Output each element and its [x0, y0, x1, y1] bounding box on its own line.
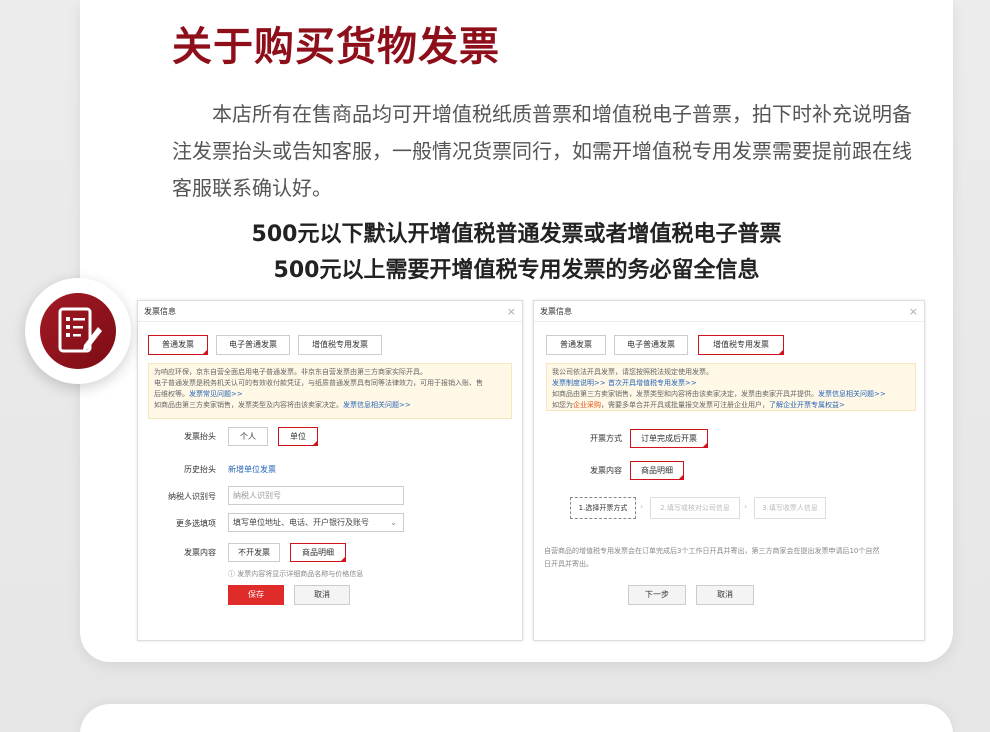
invoice-faq-link[interactable]: 发票信息相关问题>>: [818, 390, 886, 398]
cancel-button[interactable]: 取消: [696, 585, 754, 605]
invoice-list-edit-icon: [40, 293, 116, 369]
panel-header: 发票信息 ×: [534, 301, 924, 322]
page-title: 关于购买货物发票: [172, 24, 500, 70]
invoice-faq-link[interactable]: 发票信息相关问题>>: [343, 401, 411, 409]
tab-vat-invoice[interactable]: 增值税专用发票: [298, 335, 382, 355]
first-vat-link[interactable]: 首次开具增值税专用发票>>: [608, 379, 697, 387]
enterprise-purchase-link[interactable]: 企业采购: [573, 401, 601, 409]
next-button[interactable]: 下一步: [628, 585, 686, 605]
panel-header: 发票信息 ×: [138, 301, 522, 322]
chevron-down-icon: ⌄: [390, 518, 397, 527]
item-detail-option[interactable]: 商品明细: [630, 461, 684, 480]
tab-normal-invoice[interactable]: 普通发票: [148, 335, 208, 355]
more-options-label: 更多选填项: [176, 519, 216, 528]
after-completion-option[interactable]: 订单完成后开票: [630, 429, 708, 448]
more-options-select[interactable]: 填写单位地址、电话、开户银行及账号 ⌄: [228, 513, 404, 532]
tab-e-invoice[interactable]: 电子普通发票: [216, 335, 290, 355]
history-title-label: 历史抬头: [184, 465, 216, 474]
invoice-policy-link[interactable]: 发票制度说明>>: [552, 379, 606, 387]
invoice-content-label: 发票内容: [590, 466, 622, 475]
highlight-line-1: 500元以下默认开增值税普通发票或者增值税电子普票: [251, 222, 782, 247]
tax-id-input[interactable]: 纳税人识别号: [228, 486, 404, 505]
faq-link[interactable]: 发票常见问题>>: [189, 390, 243, 398]
invoice-info-card: 关于购买货物发票 本店所有在售商品均可开增值税纸质普票和增值税电子普票，拍下时补…: [80, 0, 953, 662]
tab-normal-invoice[interactable]: 普通发票: [546, 335, 606, 355]
enterprise-benefits-link[interactable]: 了解企业开票专属权益>: [769, 401, 845, 409]
tab-e-invoice[interactable]: 电子普通发票: [614, 335, 688, 355]
tab-vat-invoice[interactable]: 增值税专用发票: [698, 335, 784, 355]
save-button[interactable]: 保存: [228, 585, 284, 605]
title-company-option[interactable]: 单位: [278, 427, 318, 446]
invoice-form-normal: 发票信息 × 普通发票 电子普通发票 增值税专用发票 为响应环保，京东自营全面启…: [137, 300, 523, 641]
notice-box: 我公司依法开具发票，请您按照税法规定使用发票。 发票制度说明>> 首次开具增值税…: [546, 363, 916, 411]
invoice-form-vat: 发票信息 × 普通发票 电子普通发票 增值税专用发票 我公司依法开具发票，请您按…: [533, 300, 925, 641]
step-arrow-icon: ›: [744, 502, 748, 511]
close-icon[interactable]: ×: [909, 301, 918, 322]
close-icon[interactable]: ×: [507, 301, 516, 322]
step-3: 3.填写收票人信息: [754, 497, 826, 519]
invoice-content-label: 发票内容: [184, 548, 216, 557]
content-hint: ⓘ 发票内容将显示详细商品名称与价格信息: [228, 570, 364, 578]
highlight-line-2: 500元以上需要开增值税专用发票的务必留全信息: [273, 258, 760, 283]
tax-id-label: 纳税人识别号: [168, 492, 216, 501]
step-2: 2.填写或核对公司信息: [650, 497, 740, 519]
next-section-card: [80, 704, 953, 732]
add-company-link[interactable]: 新增单位发票: [228, 464, 276, 475]
invoice-method-label: 开票方式: [590, 434, 622, 443]
invoice-badge: [25, 278, 131, 384]
cancel-button[interactable]: 取消: [294, 585, 350, 605]
invoice-title-label: 发票抬头: [184, 432, 216, 441]
item-detail-option[interactable]: 商品明细: [290, 543, 346, 562]
notice-box: 为响应环保，京东自营全面启用电子普通发票。非京东自营发票由第三方商家实际开具。 …: [148, 363, 512, 419]
no-invoice-option[interactable]: 不开发票: [228, 543, 280, 562]
intro-paragraph: 本店所有在售商品均可开增值税纸质普票和增值税电子普票，拍下时补充说明备注发票抬头…: [172, 102, 912, 200]
step-1: 1.选择开票方式: [570, 497, 636, 519]
step-arrow-icon: ›: [640, 502, 644, 511]
title-personal-option[interactable]: 个人: [228, 427, 268, 446]
vat-footer-note: 自营商品的增值税专用发票会在订单完成后3个工作日开具并寄出，第三方商家会在提出发…: [544, 547, 880, 568]
